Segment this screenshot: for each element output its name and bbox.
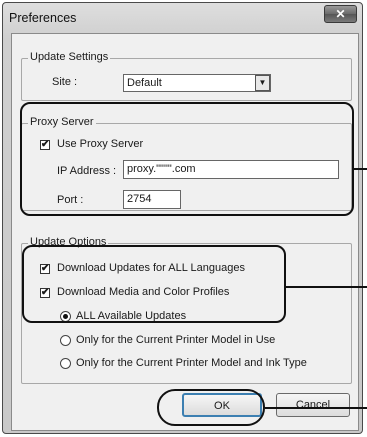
window-title: Preferences (9, 11, 77, 25)
highlight-download-options (22, 245, 286, 323)
radio-current-printer-model-label: Only for the Current Printer Model in Us… (76, 334, 276, 346)
site-select-value: Default (127, 77, 162, 89)
site-select[interactable]: Default (123, 74, 271, 92)
close-icon: ✕ (335, 7, 346, 21)
radio-printer-model-and-ink-label: Only for the Current Printer Model and I… (76, 357, 307, 369)
callout-line-ok (265, 407, 367, 409)
cancel-button[interactable]: Cancel (276, 393, 350, 417)
highlight-proxy-server (20, 102, 354, 216)
radio-current-printer-model[interactable] (60, 335, 71, 346)
callout-line-download (286, 286, 367, 288)
preferences-window: Preferences ✕ Update Settings Site : Def… (2, 2, 363, 434)
dialog-body: Update Settings Site : Default ▼ Proxy S… (11, 33, 359, 431)
cancel-button-label: Cancel (295, 399, 331, 411)
radio-printer-model-and-ink[interactable] (60, 358, 71, 369)
site-label: Site : (52, 76, 78, 88)
callout-line-proxy (354, 168, 367, 170)
highlight-ok-button (157, 389, 265, 426)
chevron-down-icon[interactable]: ▼ (255, 75, 270, 91)
close-button[interactable]: ✕ (324, 5, 357, 23)
update-settings-legend: Update Settings (28, 51, 111, 63)
